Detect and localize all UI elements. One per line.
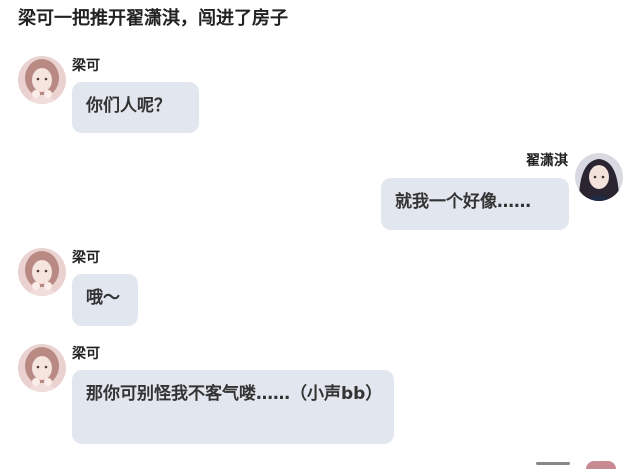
partial-next-avatar: [586, 461, 616, 469]
avatar-liangke[interactable]: [18, 248, 66, 296]
sender-name: 梁可: [72, 346, 100, 362]
sender-name: 梁可: [72, 250, 100, 266]
message-bubble: 就我一个好像……: [381, 178, 569, 230]
sender-name: 梁可: [72, 58, 100, 74]
avatar-zhaixiaoqi[interactable]: [575, 153, 623, 201]
avatar-liangke[interactable]: [18, 344, 66, 392]
avatar-liangke[interactable]: [18, 56, 66, 104]
sender-name: 翟潇淇: [526, 153, 568, 169]
narration-text: 梁可一把推开翟潇淇，闯进了房子: [18, 8, 288, 29]
message-bubble: 那你可别怪我不客气喽……（小声bb）: [72, 370, 394, 444]
message-bubble: 你们人呢？: [72, 82, 199, 133]
message-bubble: 哦～: [72, 274, 138, 326]
